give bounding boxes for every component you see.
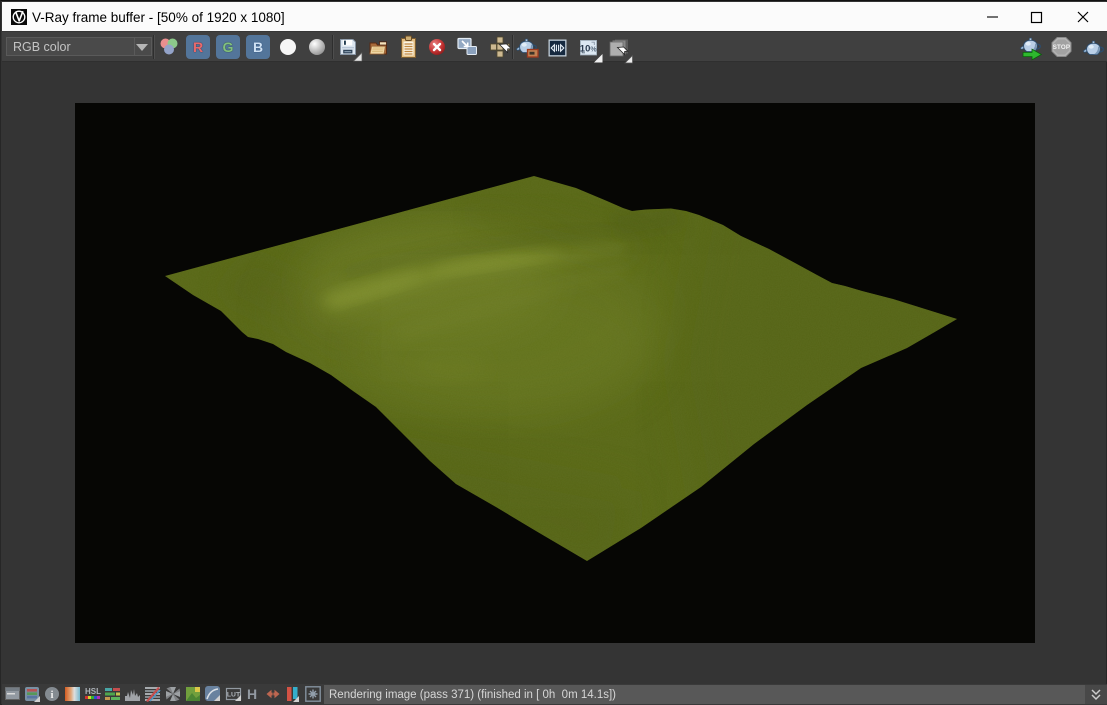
svg-text:STOP: STOP [1053,44,1071,51]
svg-text:HSL: HSL [85,687,101,696]
svg-text:H: H [247,686,257,702]
svg-text:i: i [50,689,53,701]
